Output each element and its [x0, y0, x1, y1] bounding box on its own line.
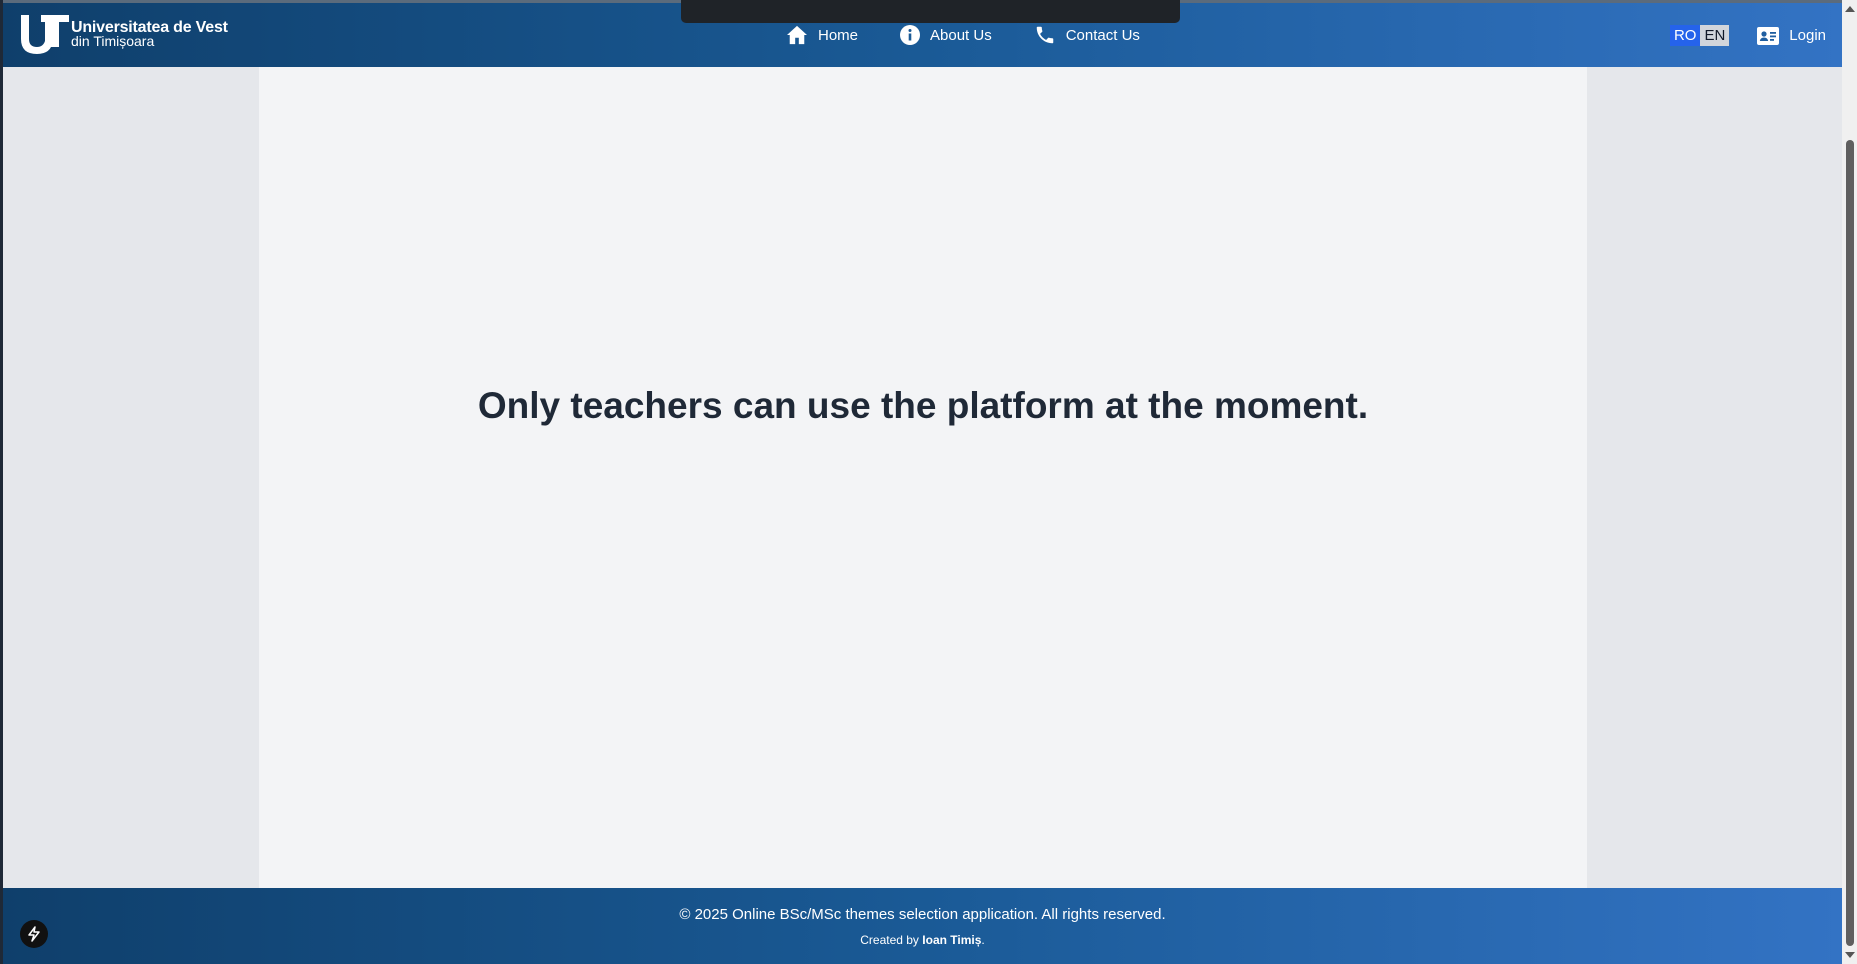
nav-home-label: Home: [818, 26, 859, 44]
author-name: Ioan Timiș: [922, 933, 982, 947]
nav-contact-us[interactable]: Contact Us: [1034, 24, 1140, 46]
login-button[interactable]: Login: [1757, 26, 1826, 45]
brand-line-2: din Timișoara: [71, 32, 155, 49]
footer-credits: Created by Ioan Timiș.: [3, 933, 1842, 947]
nav-contact-us-label: Contact Us: [1065, 26, 1140, 44]
nav-about-us[interactable]: About Us: [900, 25, 992, 45]
nav-home[interactable]: Home: [786, 25, 858, 45]
credits-prefix: Created by: [860, 933, 923, 947]
id-card-icon: [1757, 26, 1780, 45]
footer-copyright: © 2025 Online BSc/MSc themes selection a…: [679, 906, 1166, 923]
footer: © 2025 Online BSc/MSc themes selection a…: [3, 888, 1842, 964]
scroll-up-arrow-icon[interactable]: [1845, 6, 1855, 12]
credits-suffix: .: [981, 933, 985, 947]
lang-en-button[interactable]: EN: [1700, 25, 1730, 46]
app-window: Universitatea de Vest din Timișoara Home…: [0, 0, 1857, 964]
bolt-icon: [28, 926, 40, 942]
brand-name: Universitatea de Vest din Timișoara: [71, 19, 228, 49]
lang-ro-button[interactable]: RO: [1669, 25, 1701, 46]
main-nav: Home About Us Contact Us: [786, 24, 1140, 46]
language-switcher: RO EN: [1669, 25, 1730, 46]
nav-actions: RO EN Login: [1669, 25, 1826, 46]
scroll-down-arrow-icon[interactable]: [1845, 952, 1855, 958]
login-label: Login: [1789, 27, 1826, 44]
restriction-message: Only teachers can use the platform at th…: [477, 385, 1369, 426]
notification-toast: [681, 0, 1180, 23]
left-gutter: [3, 67, 259, 888]
phone-icon: [1036, 26, 1053, 44]
nav-about-us-label: About Us: [930, 26, 992, 44]
quick-action-button[interactable]: [20, 920, 48, 948]
info-icon: [900, 25, 921, 45]
home-icon: [787, 25, 807, 45]
scroll-thumb[interactable]: [1846, 140, 1854, 946]
vertical-scrollbar[interactable]: [1842, 0, 1857, 964]
brand-logo[interactable]: Universitatea de Vest din Timișoara: [19, 13, 228, 55]
main-content: Only teachers can use the platform at th…: [259, 67, 1587, 888]
uvt-logo-icon: [21, 15, 69, 54]
